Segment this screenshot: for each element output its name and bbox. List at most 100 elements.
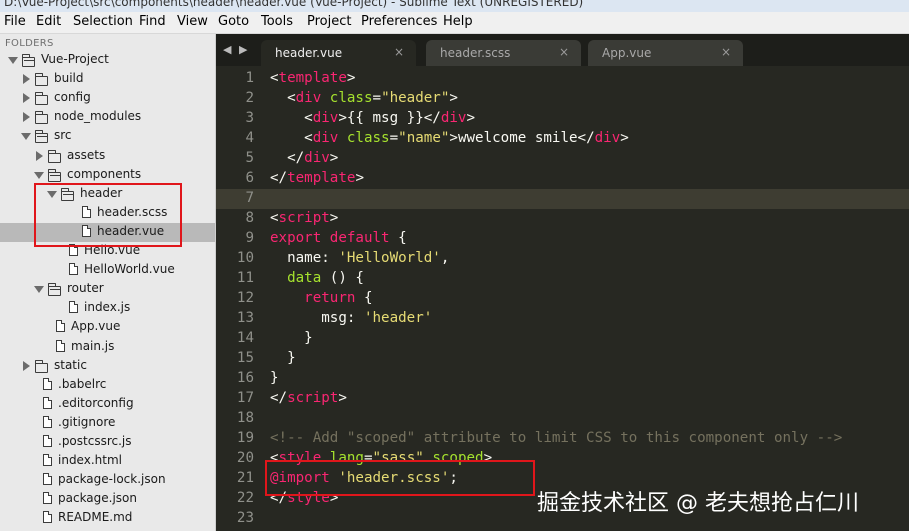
code-token: >{{ msg }}</ [338,110,441,126]
window-title: D:\Vue-Project\src\components\header\hea… [4,0,584,9]
folder-open-icon [48,169,61,182]
folder-open-icon [35,130,48,143]
code-token: template [278,70,347,86]
close-icon[interactable]: × [721,45,731,59]
menu-item-preferences[interactable]: Preferences [361,14,437,29]
line-number: 4 [245,130,254,146]
code-token: <!-- Add "scoped" attribute to limit CSS… [270,430,843,446]
code-token: name: [270,250,339,266]
code-line[interactable]: </template> [270,170,364,186]
chevron-down-icon[interactable] [34,172,44,179]
chevron-right-icon[interactable] [23,93,30,103]
chevron-down-icon[interactable] [34,286,44,293]
line-number: 7 [245,190,254,206]
chevron-right-icon[interactable] [23,112,30,122]
tree-item-label: .editorconfig [58,396,134,410]
code-line[interactable]: } [270,330,313,346]
tree-item-label: .postcssrc.js [58,434,132,448]
code-token: </ [270,390,288,406]
chevron-right-icon[interactable] [23,74,30,84]
code-line[interactable]: </div> [270,150,338,166]
code-line[interactable]: <template> [270,70,355,86]
file-icon [43,492,52,504]
menu-item-help[interactable]: Help [443,14,473,29]
tree-folder-static[interactable]: static [0,357,215,376]
menu-item-find[interactable]: Find [139,14,166,29]
tree-folder-src[interactable]: src [0,127,215,146]
tree-file-editorconfig[interactable]: .editorconfig [0,395,215,414]
line-number: 21 [236,470,254,486]
menu-item-tools[interactable]: Tools [261,14,293,29]
tree-file-readme-md[interactable]: README.md [0,509,215,528]
tree-file-index-js[interactable]: index.js [0,299,215,318]
tree-file-gitignore[interactable]: .gitignore [0,414,215,433]
code-line[interactable]: data () { [270,270,364,286]
code-line[interactable]: name: 'HelloWorld', [270,250,449,266]
chevron-right-icon[interactable] [23,361,30,371]
file-icon [43,511,52,523]
menu-item-goto[interactable]: Goto [218,14,249,29]
tree-item-label: assets [67,148,106,162]
tree-file-index-html[interactable]: index.html [0,452,215,471]
tree-file-helloworld-vue[interactable]: HelloWorld.vue [0,261,215,280]
tab-header-vue[interactable]: header.vue × [261,40,416,66]
tab-scroll-arrows[interactable]: ◀ ▶ [223,43,249,56]
tree-file-main-js[interactable]: main.js [0,338,215,357]
code-line[interactable]: <!-- Add "scoped" attribute to limit CSS… [270,430,842,446]
code-line[interactable]: <script> [270,210,338,226]
code-line[interactable]: <div class="name">wwelcome smile</div> [270,130,629,146]
code-token: > [338,390,347,406]
chevron-down-icon[interactable] [8,57,18,64]
code-line[interactable]: <div>{{ msg }}</div> [270,110,475,126]
tree-folder-config[interactable]: config [0,89,215,108]
tree-file-babelrc[interactable]: .babelrc [0,376,215,395]
code-line[interactable]: </script> [270,390,347,406]
tree-folder-build[interactable]: build [0,70,215,89]
close-icon[interactable]: × [394,45,404,59]
tree-file-package-lock-json[interactable]: package-lock.json [0,471,215,490]
line-number: 17 [236,390,254,406]
file-icon [43,473,52,485]
code-token: } [270,350,296,366]
code-token: class [346,130,390,146]
sidebar: FOLDERS Vue-Project build config node_modul… [0,34,216,531]
menu-item-selection[interactable]: Selection [73,14,133,29]
tree-file-postcssrc-js[interactable]: .postcssrc.js [0,433,215,452]
code-token: div [312,110,339,126]
menu-item-edit[interactable]: Edit [36,14,61,29]
tab-header-scss[interactable]: header.scss × [426,40,581,66]
code-token: < [270,70,279,86]
tree-folder-router[interactable]: router [0,280,215,299]
tree-file-package-json[interactable]: package.json [0,490,215,509]
menu-item-view[interactable]: View [177,14,208,29]
code-token: > [329,150,339,166]
code-line[interactable]: msg: 'header' [270,310,432,326]
chevron-right-icon[interactable] [36,151,43,161]
file-icon [56,320,65,332]
code-token: > [329,210,339,226]
line-number: 1 [245,70,254,86]
tree-folder-vue-project[interactable]: Vue-Project [0,51,215,70]
line-number: 6 [245,170,254,186]
folder-open-icon [48,283,61,296]
tree-file-app-vue[interactable]: App.vue [0,318,215,337]
code-line[interactable]: return { [270,290,372,306]
line-number: 23 [236,510,254,526]
tree-item-label: build [54,71,84,85]
tab-app-vue[interactable]: App.vue × [588,40,743,66]
code-line[interactable]: } [270,350,296,366]
chevron-down-icon[interactable] [21,133,31,140]
menu-item-project[interactable]: Project [307,14,351,29]
tree-folder-node-modules[interactable]: node_modules [0,108,215,127]
code-token: < [270,210,279,226]
close-icon[interactable]: × [559,45,569,59]
tree-item-label: .babelrc [58,377,107,391]
tree-folder-assets[interactable]: assets [0,147,215,166]
code-line[interactable]: export default { [270,230,407,246]
code-line[interactable]: } [270,370,279,386]
folders-heading: FOLDERS [5,38,54,49]
code-line[interactable]: <div class="header"> [270,90,458,106]
menu-item-file[interactable]: File [4,14,26,29]
